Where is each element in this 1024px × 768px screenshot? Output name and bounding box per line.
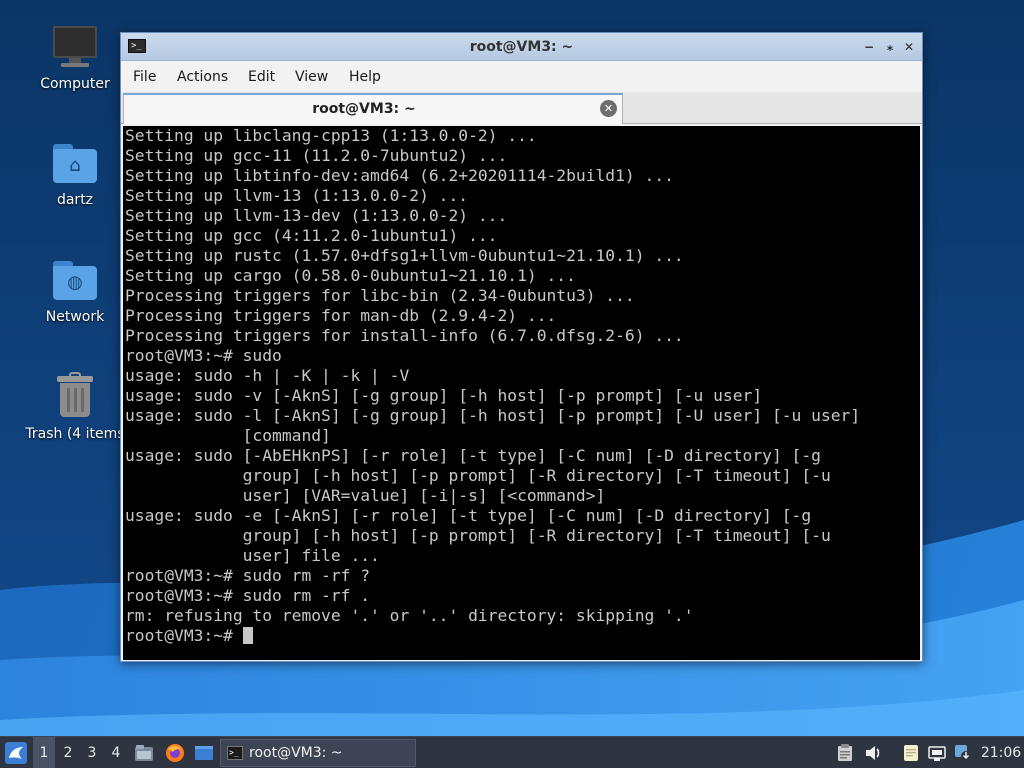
close-button[interactable]: ✕ [900,38,918,56]
terminal-icon: >_ [227,746,243,760]
clipboard-icon[interactable] [836,744,854,762]
menu-actions[interactable]: Actions [171,62,234,92]
desktop-switch-3[interactable]: 3 [81,737,103,768]
taskbar-window-button[interactable]: >_ root@VM3: ~ [220,739,416,767]
terminal-line: Processing triggers for man-db (2.9.4-2)… [125,306,557,325]
desktop-icon-label: dartz [56,192,94,208]
terminal-line: usage: sudo [-AbEHknPS] [-r role] [-t ty… [125,446,821,465]
firefox-icon [166,744,184,762]
terminal-line: user] [VAR=value] [-i|-s] [<command>] [125,486,606,505]
desktop-switch-1[interactable]: 1 [33,737,55,768]
terminal-prompt: root@VM3:~# [125,626,243,645]
minimize-button[interactable]: − [860,38,878,56]
tab-bar: root@VM3: ~ ✕ [121,92,922,124]
home-folder-icon: ⌂ [51,138,99,186]
notes-icon[interactable] [902,744,920,762]
terminal-line: Setting up rustc (1.57.0+dfsg1+llvm-0ubu… [125,246,684,265]
firefox-launcher[interactable] [163,737,187,768]
terminal-line: group] [-h host] [-p prompt] [-R directo… [125,526,831,545]
terminal-line: usage: sudo -v [-AknS] [-g group] [-h ho… [125,386,763,405]
terminal-line: usage: sudo -h | -K | -k | -V [125,366,410,385]
window-titlebar[interactable]: >_ root@VM3: ~ − ⁎ ✕ [121,33,922,61]
desktop-icon-label: Network [45,309,105,325]
terminal-line: [command] [125,426,331,445]
terminal-line: usage: sudo -l [-AknS] [-g group] [-h ho… [125,406,861,425]
clock[interactable]: 21:06 [978,737,1024,768]
start-menu-icon [5,742,27,764]
window-title: root@VM3: ~ [469,39,574,55]
terminal-output[interactable]: Setting up libclang-cpp13 (1:13.0.0-2) .… [123,126,920,660]
start-menu-button[interactable] [2,737,30,768]
terminal-line: Setting up libtinfo-dev:amd64 (6.2+20201… [125,166,674,185]
network-folder-icon: ◍ [51,255,99,303]
terminal-line: Setting up llvm-13-dev (1:13.0.0-2) ... [125,206,508,225]
menu-bar: File Actions Edit View Help [121,62,922,92]
terminal-window[interactable]: >_ root@VM3: ~ − ⁎ ✕ File Actions Edit V… [120,32,923,662]
desktop-switch-4[interactable]: 4 [105,737,127,768]
terminal-line: root@VM3:~# sudo rm -rf ? [125,566,371,585]
file-manager-launcher[interactable] [132,737,156,768]
terminal-line: root@VM3:~# sudo rm -rf . [125,586,371,605]
desktop-icon-network[interactable]: ◍ Network [20,255,130,325]
terminal-line: user] file ... [125,546,380,565]
maximize-button[interactable]: ⁎ [881,38,899,56]
tab-label: root@VM3: ~ [312,101,416,117]
menu-file[interactable]: File [127,62,162,92]
terminal-line: Setting up gcc-11 (11.2.0-7ubuntu2) ... [125,146,508,165]
volume-icon[interactable] [864,744,882,762]
menu-help[interactable]: Help [343,62,387,92]
update-notifier-icon[interactable] [954,744,972,762]
menu-edit[interactable]: Edit [242,62,281,92]
desktop-switch-2[interactable]: 2 [57,737,79,768]
terminal-cursor [242,627,253,644]
terminal-line: Processing triggers for install-info (6.… [125,326,684,345]
terminal-line: Setting up gcc (4:11.2.0-1ubuntu1) ... [125,226,498,245]
computer-icon [51,22,99,70]
terminal-prompt-line[interactable]: root@VM3:~# [125,626,920,646]
terminal-line: group] [-h host] [-p prompt] [-R directo… [125,466,831,485]
desktop-icon-dartz[interactable]: ⌂ dartz [20,138,130,208]
trash-icon [51,372,99,420]
taskbar-window-label: root@VM3: ~ [249,745,343,761]
terminal-line: usage: sudo -e [-AknS] [-r role] [-t typ… [125,506,812,525]
desktop-icon-computer[interactable]: Computer [20,22,130,92]
taskbar: 1 2 3 4 >_ root@VM3: ~ 21:06 [0,736,1024,768]
terminal-line: Setting up libclang-cpp13 (1:13.0.0-2) .… [125,126,537,145]
menu-view[interactable]: View [289,62,334,92]
desktop-icon-trash[interactable]: Trash (4 items [20,372,130,442]
tab-close-icon[interactable]: ✕ [600,100,617,117]
desktop-icon-label: Trash (4 items [25,426,125,442]
terminal-line: root@VM3:~# sudo [125,346,282,365]
terminal-line: Setting up cargo (0.58.0-0ubuntu1~21.10.… [125,266,576,285]
network-icon[interactable] [928,744,946,762]
terminal-line: rm: refusing to remove '.' or '..' direc… [125,606,694,625]
terminal-line: Setting up llvm-13 (1:13.0.0-2) ... [125,186,469,205]
tab-terminal[interactable]: root@VM3: ~ ✕ [123,93,623,124]
terminal-line: Processing triggers for libc-bin (2.34-0… [125,286,635,305]
show-desktop-icon [195,746,213,760]
file-manager-icon [135,745,153,761]
desktop-icon-label: Computer [40,76,110,92]
show-desktop-launcher[interactable] [192,737,216,768]
